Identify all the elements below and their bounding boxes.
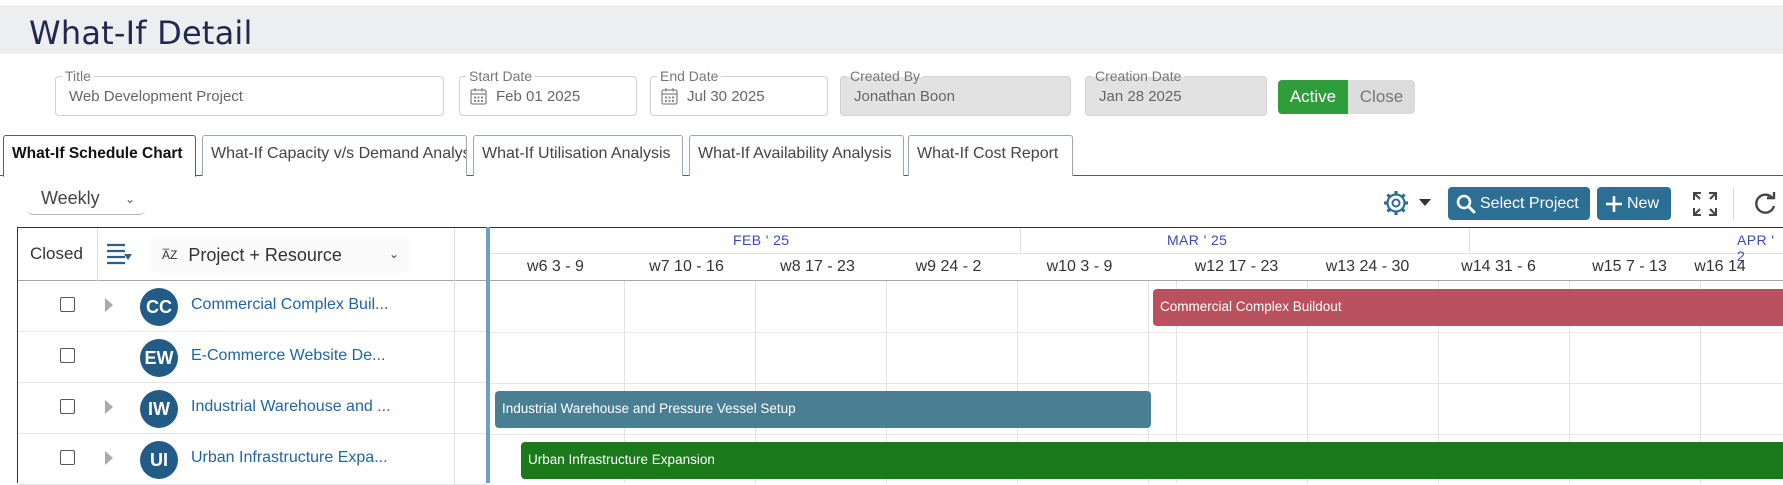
status-toggle[interactable]: Active Close: [1278, 80, 1415, 114]
view-select[interactable]: Weekly ⌄: [27, 183, 145, 215]
page-title: What-If Detail: [29, 14, 253, 52]
title-field[interactable]: Title Web Development Project: [55, 68, 444, 116]
week-label: w9 24 - 2: [915, 258, 982, 275]
expand-arrow-icon[interactable]: [105, 451, 113, 465]
new-label: New: [1627, 194, 1660, 212]
end-date-field[interactable]: End Date Jul 30 2025: [650, 68, 828, 116]
tab-utilisation[interactable]: What-If Utilisation Analysis: [473, 135, 683, 176]
active-button[interactable]: Active: [1278, 80, 1348, 114]
close-button[interactable]: Close: [1348, 80, 1415, 114]
cell-divider: [454, 332, 455, 383]
toolbar-divider: [1733, 188, 1734, 220]
table-row[interactable]: UI Urban Infrastructure Expa...: [18, 434, 488, 485]
month-divider: [1469, 228, 1470, 254]
tab-availability[interactable]: What-If Availability Analysis: [689, 135, 904, 176]
start-date-field[interactable]: Start Date Feb 01 2025: [459, 68, 637, 116]
chevron-down-icon: ⌄: [124, 192, 135, 206]
closed-checkbox[interactable]: [60, 297, 75, 312]
project-name-link[interactable]: Industrial Warehouse and ...: [191, 398, 391, 416]
cell-divider: [454, 383, 455, 434]
cell-divider: [454, 434, 455, 485]
sort-az-icon: A̅Z: [162, 248, 178, 262]
end-date-label: End Date: [657, 68, 722, 84]
creation-date-field: Creation Date Jan 28 2025: [1085, 68, 1267, 116]
creation-date-value: Jan 28 2025: [1099, 88, 1182, 105]
created-by-label: Created By: [847, 68, 924, 84]
new-button[interactable]: New: [1597, 187, 1671, 220]
row-line: [490, 434, 1783, 435]
row-line: [490, 383, 1783, 384]
table-row[interactable]: CC Commercial Complex Buil...: [18, 281, 488, 332]
week-label: w12 17 - 23: [1194, 258, 1279, 275]
closed-checkbox[interactable]: [60, 348, 75, 363]
project-name-link[interactable]: Urban Infrastructure Expa...: [191, 449, 388, 467]
table-row[interactable]: EW E-Commerce Website De...: [18, 332, 488, 383]
week-label: w16 14: [1694, 258, 1746, 275]
select-project-button[interactable]: Select Project: [1448, 187, 1590, 220]
gantt-bar-urban-infrastructure[interactable]: Urban Infrastructure Expansion: [521, 442, 1783, 479]
closed-checkbox[interactable]: [60, 450, 75, 465]
created-by-value: Jonathan Boon: [854, 88, 955, 105]
start-date-label: Start Date: [466, 68, 536, 84]
search-icon: [1456, 194, 1476, 213]
week-label: w7 10 - 16: [649, 258, 724, 275]
avatar: EW: [140, 339, 178, 377]
week-label: w8 17 - 23: [780, 258, 855, 275]
title-label: Title: [62, 68, 94, 84]
settings-gear-icon[interactable]: [1382, 188, 1434, 218]
expand-arrow-icon[interactable]: [105, 400, 113, 414]
fullscreen-icon[interactable]: [1692, 191, 1718, 217]
month-label: MAR ' 25: [1167, 232, 1228, 248]
row-line: [490, 332, 1783, 333]
closed-column-header: Closed: [30, 244, 83, 263]
tab-schedule-chart[interactable]: What-If Schedule Chart: [3, 135, 196, 177]
view-select-value: Weekly: [41, 188, 100, 208]
tab-cost-report[interactable]: What-If Cost Report: [908, 135, 1073, 176]
start-date-value: Feb 01 2025: [496, 88, 581, 105]
plus-icon: [1606, 195, 1622, 212]
header-divider: [454, 228, 455, 281]
expand-arrow-icon[interactable]: [105, 298, 113, 312]
week-header: w6 3 - 9 w7 10 - 16 w8 17 - 23 w9 24 - 2…: [490, 254, 1783, 281]
end-date-value: Jul 30 2025: [687, 88, 765, 105]
month-header: FEB ' 25 MAR ' 25 APR ' 2: [490, 228, 1783, 264]
closed-checkbox[interactable]: [60, 399, 75, 414]
project-name-link[interactable]: Commercial Complex Buil...: [191, 296, 388, 314]
week-label: w10 3 - 9: [1046, 258, 1113, 275]
grid-header: Closed A̅Z Project + Resource ⌄: [18, 228, 488, 281]
refresh-icon[interactable]: [1752, 191, 1778, 217]
title-value: Web Development Project: [69, 88, 243, 105]
page-header: What-If Detail: [0, 5, 1783, 54]
gantt-bar-industrial-warehouse[interactable]: Industrial Warehouse and Pressure Vessel…: [495, 391, 1151, 428]
month-label: FEB ' 25: [733, 232, 790, 248]
table-row[interactable]: IW Industrial Warehouse and ...: [18, 383, 488, 434]
sort-lines-icon[interactable]: [104, 240, 134, 268]
calendar-icon: [661, 88, 678, 105]
group-by-value: Project + Resource: [188, 245, 342, 265]
cell-divider: [454, 281, 455, 332]
project-grid: Closed A̅Z Project + Resource ⌄ CC Comme…: [17, 227, 488, 485]
group-by-select[interactable]: A̅Z Project + Resource ⌄: [151, 237, 409, 273]
avatar: UI: [140, 441, 178, 479]
creation-date-label: Creation Date: [1092, 68, 1185, 84]
header-divider: [97, 228, 98, 281]
week-label: w14 31 - 6: [1461, 258, 1536, 275]
chevron-down-icon: ⌄: [388, 247, 399, 261]
week-label: w13 24 - 30: [1325, 258, 1410, 275]
gantt-timeline: FEB ' 25 MAR ' 25 APR ' 2 w6 3 - 9 w7 10…: [490, 227, 1783, 483]
gantt-bar-commercial-complex[interactable]: Commercial Complex Buildout: [1153, 289, 1783, 326]
avatar: CC: [140, 288, 178, 326]
tab-capacity-demand[interactable]: What-If Capacity v/s Demand Analysis: [202, 135, 467, 176]
week-label: w6 3 - 9: [527, 258, 584, 275]
avatar: IW: [140, 390, 178, 428]
select-project-label: Select Project: [1480, 194, 1579, 212]
project-name-link[interactable]: E-Commerce Website De...: [191, 347, 385, 365]
calendar-icon: [470, 88, 487, 105]
month-divider: [1020, 228, 1021, 254]
created-by-field: Created By Jonathan Boon: [840, 68, 1071, 116]
